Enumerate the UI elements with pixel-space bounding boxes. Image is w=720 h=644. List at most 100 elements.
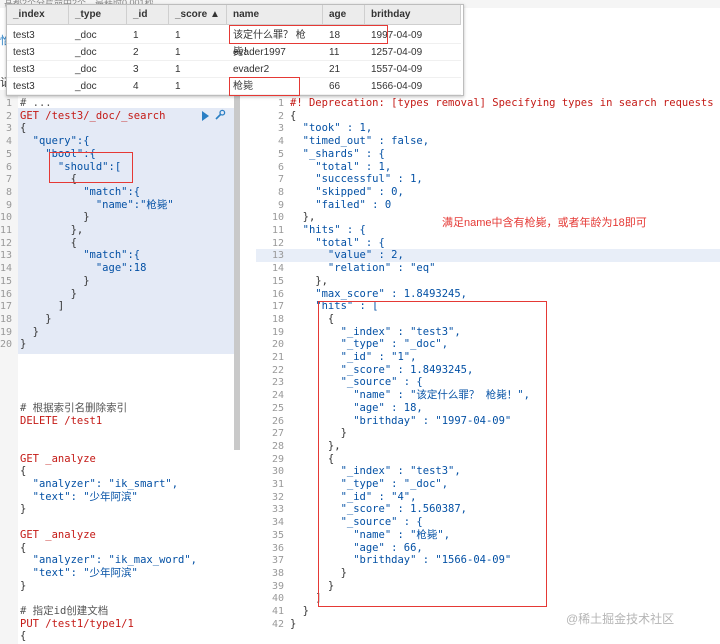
response-line-number: 37 [271,555,284,567]
response-line-number: 22 [271,364,284,376]
code-line[interactable]: "query":{ [20,135,90,148]
code-line[interactable]: # ... [20,97,52,110]
code-line[interactable]: "age":18 [20,262,147,275]
code-line[interactable]: "analyzer": "ik_smart", [20,478,178,491]
response-line-number: 24 [271,390,284,402]
code-line[interactable]: GET _analyze [20,453,96,466]
table-cell[interactable]: test3 [7,61,69,78]
code-line[interactable]: # 指定id创建文档 [20,605,108,618]
code-line[interactable]: GET /test3/_doc/_search [20,110,165,123]
code-line[interactable]: GET _analyze [20,529,96,542]
table-cell[interactable]: 1257-04-09 [365,44,461,61]
table-cell[interactable]: _doc [69,78,127,95]
column-header[interactable]: age [323,5,365,25]
table-cell[interactable]: test3 [7,78,69,95]
table-cell[interactable]: 3 [127,61,169,78]
response-line: } [290,605,309,617]
code-line[interactable]: } [20,275,89,288]
code-line[interactable]: "analyzer": "ik_max_word", [20,554,197,567]
table-cell[interactable]: 2 [127,44,169,61]
response-line: "timed_out" : false, [290,135,430,148]
line-number [0,618,12,631]
code-line[interactable]: } [20,338,26,351]
code-line[interactable]: } [20,288,77,301]
code-line[interactable]: { [20,122,26,135]
table-cell[interactable]: _doc [69,44,127,61]
response-line-number: 3 [277,123,284,135]
code-line[interactable]: "match":{ [20,186,140,199]
code-line[interactable]: "text": "少年阿滨" [20,567,138,580]
code-line[interactable]: ] [20,300,64,313]
table-cell[interactable]: 11 [323,44,365,61]
code-line[interactable]: { [20,237,77,250]
response-line-number: 34 [271,517,284,529]
row1-name-age-highlight [229,25,388,44]
code-line[interactable]: "name":"枪毙" [20,199,174,212]
response-line-number: 15 [271,275,284,287]
code-line[interactable]: { [20,542,26,555]
wrench-icon[interactable] [214,109,226,121]
column-header[interactable]: brithday [365,5,461,25]
column-header[interactable]: _index [7,5,69,25]
table-cell[interactable]: 4 [127,78,169,95]
response-line-number: 33 [271,504,284,516]
response-line-number: 14 [271,263,284,275]
line-number [0,630,12,643]
response-line-number: 10 [271,212,284,224]
line-number [0,376,12,389]
table-cell[interactable]: 1 [169,44,227,61]
response-line-number: 31 [271,479,284,490]
code-line[interactable]: } [20,313,51,326]
code-line[interactable]: { [20,465,26,478]
response-line: } [290,617,297,630]
table-cell[interactable]: 21 [323,61,365,78]
table-cell[interactable]: test3 [7,44,69,61]
table-cell[interactable]: 1 [169,61,227,78]
line-number: 9 [5,199,12,211]
line-number: 17 [0,301,13,313]
response-line-number: 5 [277,148,284,160]
table-cell[interactable]: 1566-04-09 [365,78,461,95]
column-header[interactable]: _type [69,5,127,25]
response-line-number: 28 [271,440,284,452]
table-cell[interactable]: test3 [7,27,69,44]
table-cell[interactable]: evader2 [227,61,323,78]
line-number: 4 [5,136,12,148]
play-icon[interactable] [202,111,209,121]
code-line[interactable]: } [20,580,26,593]
response-line-number: 23 [271,377,284,389]
hits-highlight-box [318,301,547,607]
code-line[interactable]: }, [20,224,84,237]
table-cell[interactable]: 1 [169,27,227,44]
table-cell[interactable]: 1557-04-09 [365,61,461,78]
row4-name-highlight [229,77,300,96]
code-line[interactable]: "match":{ [20,249,140,262]
code-line[interactable]: } [20,326,39,339]
code-line[interactable]: { [20,630,26,643]
response-line-number: 25 [271,402,284,414]
line-number: 18 [0,313,13,325]
table-cell[interactable]: evader1997 [227,44,323,61]
line-number: 16 [0,288,13,300]
code-line[interactable]: } [20,503,26,516]
code-line[interactable]: } [20,211,89,224]
line-number: 8 [5,186,12,198]
table-cell[interactable]: _doc [69,27,127,44]
code-line[interactable]: PUT /test1/type1/1 [20,618,134,631]
request-editor-scrollbar[interactable] [234,90,240,450]
response-line: "hits" : { [290,224,366,236]
table-cell[interactable]: 66 [323,78,365,95]
code-line[interactable]: DELETE /test1 [20,415,102,428]
column-header[interactable]: _id [127,5,169,25]
table-cell[interactable]: 1 [127,27,169,44]
table-cell[interactable]: _doc [69,61,127,78]
response-line-number: 1 [277,98,284,109]
column-header[interactable]: _score ▲ [169,5,227,25]
table-cell[interactable]: 1 [169,78,227,95]
response-line-number: 2 [277,110,284,122]
column-header[interactable]: name [227,5,323,25]
code-line[interactable]: # 根据索引名删除索引 [20,402,127,415]
line-number [0,554,12,567]
line-number: 13 [0,250,13,262]
code-line[interactable]: "text": "少年阿滨" [20,491,138,504]
